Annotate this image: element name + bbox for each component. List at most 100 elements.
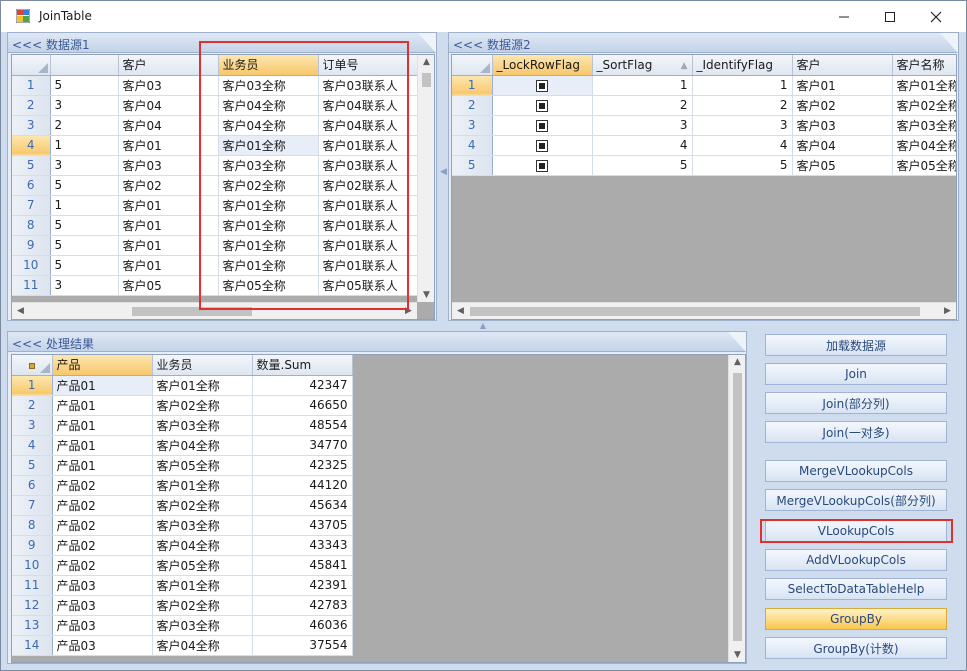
table-cell[interactable]: 5 <box>50 235 119 256</box>
table-cell[interactable]: 46036 <box>252 615 353 636</box>
column-header[interactable]: 数量.Sum <box>252 355 353 376</box>
table-cell[interactable]: 产品03 <box>52 615 153 636</box>
table-cell[interactable]: 产品01 <box>52 455 153 476</box>
splitter-up-arrow-icon[interactable]: ▲ <box>477 321 489 330</box>
table-cell[interactable]: 46650 <box>252 395 353 416</box>
table-cell[interactable]: 客户02联系人 <box>318 175 419 196</box>
row-header[interactable]: 9 <box>12 535 53 556</box>
table-cell[interactable]: 产品01 <box>52 435 153 456</box>
row-header[interactable]: 4 <box>452 135 493 156</box>
table-cell[interactable]: 客户03全称 <box>152 515 253 536</box>
table-cell[interactable]: 客户01全称 <box>218 195 319 216</box>
table-cell[interactable]: 客户01联系人 <box>318 135 419 156</box>
table-cell[interactable]: 5 <box>50 215 119 236</box>
table-cell[interactable]: 1 <box>592 75 693 96</box>
table-cell[interactable]: 客户01 <box>118 135 219 156</box>
column-header[interactable]: 客户 <box>118 55 219 76</box>
row-header[interactable]: 3 <box>12 115 51 136</box>
table-row[interactable]: 5 3 客户03 客户03全称 客户03联系人 <box>12 155 419 176</box>
column-header[interactable]: 客户 <box>792 55 893 76</box>
row-header[interactable]: 5 <box>12 455 53 476</box>
scroll-left-icon[interactable]: ◀ <box>12 306 29 316</box>
table-cell[interactable]: 客户03全称 <box>152 415 253 436</box>
table-cell[interactable]: 客户03全称 <box>218 75 319 96</box>
table-row[interactable]: 6 产品02 客户01全称 44120 <box>12 475 353 496</box>
grid-corner[interactable] <box>12 355 53 376</box>
table-cell[interactable]: 产品01 <box>52 415 153 436</box>
table-cell[interactable]: 5 <box>692 155 793 176</box>
table-cell[interactable]: 客户04全称 <box>152 635 253 656</box>
title-bar[interactable]: JoinTable <box>1 1 966 32</box>
table-cell[interactable]: 客户04 <box>118 115 219 136</box>
table-row[interactable]: 4 产品01 客户04全称 34770 <box>12 435 353 456</box>
table-cell[interactable]: 客户01全称 <box>892 75 956 96</box>
table-cell[interactable]: 客户02全称 <box>152 595 253 616</box>
table-cell[interactable]: 5 <box>592 155 693 176</box>
table-row[interactable]: 1 产品01 客户01全称 42347 <box>12 375 353 396</box>
result-grid[interactable]: 产品 业务员 数量.Sum 1 产品01 客户01全称 42347 2 产品01 客户02全… <box>11 354 746 663</box>
table-cell[interactable]: 客户04全称 <box>892 135 956 156</box>
table-cell[interactable]: 客户01全称 <box>152 375 253 396</box>
scroll-up-icon[interactable]: ▲ <box>729 357 745 367</box>
table-row[interactable]: 5 产品01 客户05全称 42325 <box>12 455 353 476</box>
row-header[interactable]: 1 <box>12 375 53 396</box>
column-header[interactable] <box>50 55 119 76</box>
table-row[interactable]: 2 2 2 客户02 客户02全称 <box>452 95 956 116</box>
row-header[interactable]: 4 <box>12 135 51 156</box>
column-header[interactable]: 产品 <box>52 355 153 376</box>
table-cell[interactable]: 5 <box>50 75 119 96</box>
table-cell[interactable]: 客户04全称 <box>152 535 253 556</box>
table-cell[interactable]: 客户04全称 <box>218 115 319 136</box>
table-cell[interactable]: 客户01全称 <box>152 475 253 496</box>
table-cell[interactable]: 3 <box>50 275 119 296</box>
row-header[interactable]: 1 <box>452 75 493 96</box>
source2-header[interactable]: <<< 数据源2 <box>449 33 958 53</box>
table-cell[interactable]: 2 <box>692 95 793 116</box>
checkbox-icon[interactable] <box>536 119 548 132</box>
table-cell[interactable]: 产品03 <box>52 595 153 616</box>
table-cell[interactable]: 45841 <box>252 555 353 576</box>
row-header[interactable]: 13 <box>12 615 53 636</box>
row-header[interactable]: 6 <box>12 475 53 496</box>
table-cell[interactable]: 客户01联系人 <box>318 235 419 256</box>
scroll-left-icon[interactable]: ◀ <box>452 306 469 316</box>
maximize-button[interactable] <box>867 1 913 32</box>
table-cell[interactable]: 43705 <box>252 515 353 536</box>
checkbox-icon[interactable] <box>536 79 548 92</box>
table-row[interactable]: 4 4 4 客户04 客户04全称 <box>452 135 956 156</box>
row-header[interactable]: 9 <box>12 235 51 256</box>
table-cell[interactable]: 客户04全称 <box>218 95 319 116</box>
table-cell[interactable]: 4 <box>692 135 793 156</box>
table-cell[interactable]: 客户01联系人 <box>318 255 419 276</box>
table-cell[interactable]: 客户05全称 <box>218 275 319 296</box>
table-cell[interactable]: 客户03 <box>792 115 893 136</box>
table-cell[interactable]: 客户02 <box>792 95 893 116</box>
table-row[interactable]: 6 5 客户02 客户02全称 客户02联系人 <box>12 175 419 196</box>
table-cell[interactable]: 客户01联系人 <box>318 215 419 236</box>
row-header[interactable]: 3 <box>452 115 493 136</box>
row-header[interactable]: 11 <box>12 575 53 596</box>
table-cell[interactable]: 客户01全称 <box>218 235 319 256</box>
table-cell[interactable]: 42783 <box>252 595 353 616</box>
close-button[interactable] <box>913 1 959 32</box>
table-cell[interactable]: 2 <box>50 115 119 136</box>
table-row[interactable]: 8 产品02 客户03全称 43705 <box>12 515 353 536</box>
table-row[interactable]: 10 5 客户01 客户01全称 客户01联系人 <box>12 255 419 276</box>
table-cell[interactable]: 客户05全称 <box>152 555 253 576</box>
table-row[interactable]: 7 1 客户01 客户01全称 客户01联系人 <box>12 195 419 216</box>
action-button[interactable]: VLookupCols <box>765 520 947 542</box>
source2-grid[interactable]: _LockRowFlag _SortFlag ▲ _IdentifyFlag 客户… <box>451 54 957 320</box>
table-cell[interactable]: 客户01全称 <box>218 255 319 276</box>
grid-corner[interactable] <box>12 55 51 76</box>
table-cell[interactable]: 客户02 <box>118 175 219 196</box>
table-cell[interactable]: 3 <box>50 95 119 116</box>
table-cell[interactable]: 客户03 <box>118 155 219 176</box>
action-button[interactable]: SelectToDataTableHelp <box>765 578 947 600</box>
row-header[interactable]: 2 <box>12 395 53 416</box>
grid-corner[interactable] <box>452 55 493 76</box>
table-cell[interactable]: 客户04 <box>792 135 893 156</box>
table-cell[interactable]: 5 <box>50 255 119 276</box>
scroll-thumb[interactable] <box>733 373 742 641</box>
table-row[interactable]: 10 产品02 客户05全称 45841 <box>12 555 353 576</box>
lock-checkbox[interactable] <box>492 115 593 136</box>
